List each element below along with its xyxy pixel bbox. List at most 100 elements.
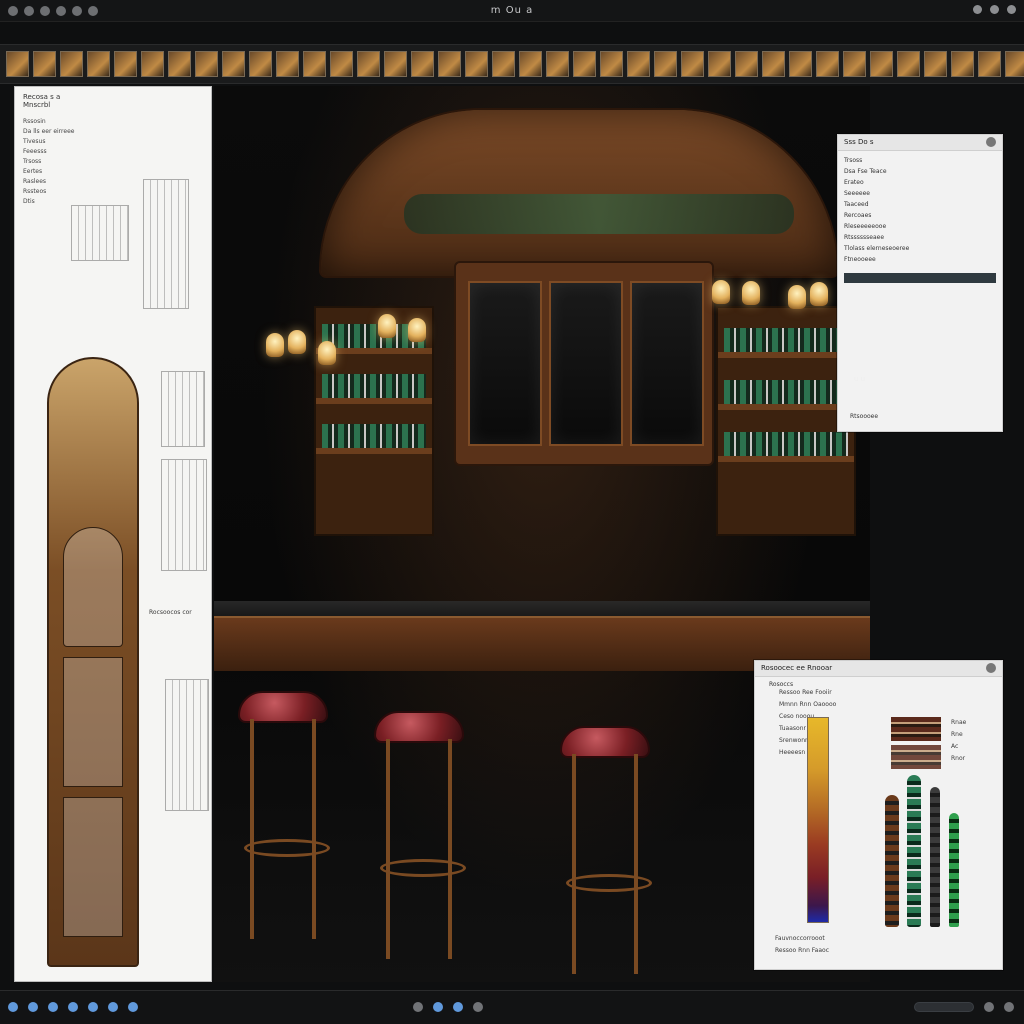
property-row[interactable]: Tlolass elerneseoeree (838, 243, 1002, 254)
property-row[interactable]: Erateo (838, 177, 1002, 188)
zoom-fit-icon[interactable] (984, 1002, 994, 1012)
filmstrip-thumbnail[interactable] (708, 51, 731, 77)
filmstrip-thumbnail[interactable] (276, 51, 299, 77)
left-panel-list-item[interactable]: Da lls eer eirreee (23, 127, 203, 137)
filmstrip-thumbnail[interactable] (168, 51, 191, 77)
window-maximize-icon[interactable] (990, 5, 999, 14)
architectural-sketch-thumbnail[interactable] (143, 179, 189, 309)
brush-preview-icon[interactable] (907, 775, 921, 927)
left-reference-panel[interactable]: Recosa s a Mnscrbl Rssosin Da lls eer ei… (14, 86, 212, 982)
cabinet-glass-pane (468, 281, 542, 446)
property-row[interactable]: Dsa Fse Teace (838, 166, 1002, 177)
left-panel-list-item[interactable]: Feeesss (23, 147, 203, 157)
chandelier-lamp-icon (810, 282, 828, 306)
playback-back-icon[interactable] (413, 1002, 423, 1012)
close-icon[interactable] (986, 137, 996, 147)
stool-footring (244, 839, 330, 857)
property-row[interactable]: Rercoaes (838, 210, 1002, 221)
filmstrip-thumbnail[interactable] (654, 51, 677, 77)
dock-button-icon[interactable] (108, 1002, 118, 1012)
filmstrip-thumbnail[interactable] (141, 51, 164, 77)
close-icon[interactable] (986, 663, 996, 673)
left-panel-header-line: Recosa s a (23, 93, 61, 101)
floating-palette-panel[interactable]: Rosoocec ee Rnooar Rosoccs Ressoo Ree Fo… (754, 660, 1003, 970)
filmstrip-thumbnail[interactable] (573, 51, 596, 77)
filmstrip-thumbnail[interactable] (411, 51, 434, 77)
zoom-100-icon[interactable] (1004, 1002, 1014, 1012)
property-row[interactable]: Rleseeeeeooe (838, 221, 1002, 232)
property-row[interactable]: Taaceed (838, 199, 1002, 210)
left-panel-list-item[interactable]: Eertes (23, 167, 203, 177)
filmstrip-thumbnail[interactable] (600, 51, 623, 77)
filmstrip-thumbnail[interactable] (951, 51, 974, 77)
filmstrip-thumbnail[interactable] (195, 51, 218, 77)
architectural-sketch-thumbnail[interactable] (165, 679, 209, 811)
property-row[interactable]: Trsoss (838, 155, 1002, 166)
filmstrip-thumbnail[interactable] (546, 51, 569, 77)
dock-button-icon[interactable] (68, 1002, 78, 1012)
palette-panel-title: Rosoocec ee Rnooar (755, 661, 1002, 677)
filmstrip-thumbnail[interactable] (60, 51, 83, 77)
architectural-sketch-thumbnail[interactable] (161, 371, 205, 447)
filmstrip-thumbnail[interactable] (465, 51, 488, 77)
filmstrip-thumbnail[interactable] (789, 51, 812, 77)
panel-slider[interactable] (844, 273, 996, 283)
filmstrip-thumbnail[interactable] (897, 51, 920, 77)
playback-forward-icon[interactable] (453, 1002, 463, 1012)
brush-preview-icon[interactable] (949, 813, 959, 927)
dock-button-icon[interactable] (28, 1002, 38, 1012)
left-panel-list-item[interactable]: Rssosin (23, 117, 203, 127)
filmstrip-thumbnail[interactable] (438, 51, 461, 77)
filmstrip-thumbnail[interactable] (978, 51, 1001, 77)
filmstrip-thumbnail[interactable] (519, 51, 542, 77)
dock-button-icon[interactable] (88, 1002, 98, 1012)
color-gradient-swatch[interactable] (807, 717, 829, 923)
wood-texture-swatch[interactable] (891, 717, 941, 741)
options-icon[interactable] (473, 1002, 483, 1012)
floating-properties-panel[interactable]: Sss Do s Trsoss Dsa Fse Teace Erateo See… (837, 134, 1003, 432)
filmstrip-thumbnail[interactable] (249, 51, 272, 77)
filmstrip-thumbnail[interactable] (870, 51, 893, 77)
bar-arch (319, 108, 839, 278)
dock-button-icon[interactable] (48, 1002, 58, 1012)
filmstrip-thumbnail[interactable] (735, 51, 758, 77)
filmstrip-thumbnail[interactable] (33, 51, 56, 77)
filmstrip-thumbnail[interactable] (222, 51, 245, 77)
wood-texture-swatch[interactable] (891, 745, 941, 769)
filmstrip-thumbnail[interactable] (816, 51, 839, 77)
playback-play-icon[interactable] (433, 1002, 443, 1012)
filmstrip-thumbnail[interactable] (627, 51, 650, 77)
filmstrip-thumbnail[interactable] (114, 51, 137, 77)
zoom-slider[interactable] (914, 1002, 974, 1012)
image-filmstrip[interactable] (0, 44, 1024, 84)
bottle-row (322, 374, 426, 398)
filmstrip-thumbnail[interactable] (681, 51, 704, 77)
chandelier-lamp-icon (742, 281, 760, 305)
dock-button-icon[interactable] (8, 1002, 18, 1012)
filmstrip-thumbnail[interactable] (492, 51, 515, 77)
architectural-sketch-thumbnail[interactable] (71, 205, 129, 261)
palette-side-label: Rnae (951, 719, 967, 726)
filmstrip-thumbnail[interactable] (357, 51, 380, 77)
architectural-sketch-thumbnail[interactable] (161, 459, 207, 571)
property-row[interactable]: Ftneooeee (838, 254, 1002, 265)
brush-preview-icon[interactable] (930, 787, 940, 927)
window-close-icon[interactable] (1007, 5, 1016, 14)
filmstrip-thumbnail[interactable] (6, 51, 29, 77)
filmstrip-thumbnail[interactable] (303, 51, 326, 77)
filmstrip-thumbnail[interactable] (1005, 51, 1024, 77)
filmstrip-thumbnail[interactable] (924, 51, 947, 77)
filmstrip-thumbnail[interactable] (762, 51, 785, 77)
filmstrip-thumbnail[interactable] (384, 51, 407, 77)
dock-button-icon[interactable] (128, 1002, 138, 1012)
brush-preview-icon[interactable] (885, 795, 899, 927)
property-row[interactable]: Rtsssssseaee (838, 232, 1002, 243)
filmstrip-thumbnail[interactable] (330, 51, 353, 77)
property-row[interactable]: Seeeeee (838, 188, 1002, 199)
filmstrip-thumbnail[interactable] (87, 51, 110, 77)
filmstrip-thumbnail[interactable] (843, 51, 866, 77)
left-panel-list-item[interactable]: Trsoss (23, 157, 203, 167)
palette-row-label: Ressoo Ree Fooiir (779, 689, 832, 696)
left-panel-list-item[interactable]: Tivesus (23, 137, 203, 147)
window-minimize-icon[interactable] (973, 5, 982, 14)
